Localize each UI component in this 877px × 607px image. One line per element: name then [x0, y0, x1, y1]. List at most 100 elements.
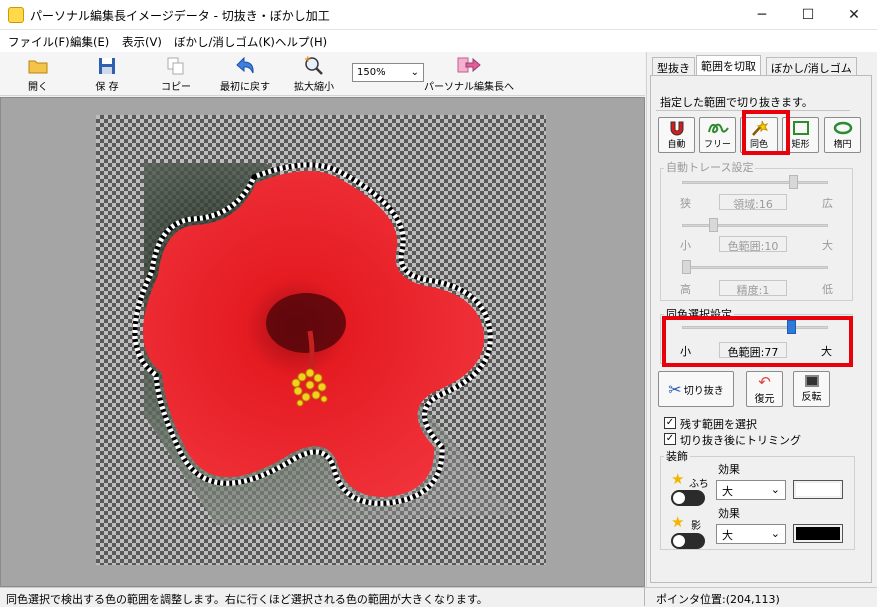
mode-rectangle-label: 矩形 — [791, 140, 810, 150]
save-button[interactable]: 保 存 — [72, 56, 142, 93]
area-slider-track — [682, 181, 828, 184]
minimize-button[interactable]: ─ — [739, 0, 785, 30]
flower-stamen — [307, 330, 315, 376]
shadow-toggle[interactable] — [671, 533, 705, 549]
zoom-value: 150% — [357, 67, 386, 78]
menu-view[interactable]: 表示(V) — [122, 34, 162, 50]
undo-arrow-icon — [234, 56, 256, 76]
revert-button[interactable]: 最初に戻す — [210, 56, 280, 93]
trace-color-range-value: 色範囲:10 — [719, 236, 787, 253]
area-max-label: 広 — [822, 197, 833, 210]
precision-min-label: 高 — [680, 283, 691, 296]
copy-icon — [167, 56, 185, 76]
folder-icon — [28, 56, 48, 76]
panel-hint: 指定した範囲で切り抜きます。 — [660, 96, 813, 109]
close-button[interactable]: ✕ — [831, 0, 877, 30]
keep-range-label: 残す範囲を選択 — [680, 418, 757, 431]
trace-color-range-max-label: 大 — [822, 239, 833, 252]
tab-die-cut[interactable]: 型抜き — [652, 57, 695, 75]
image-canvas[interactable] — [96, 115, 546, 565]
maximize-button[interactable]: ☐ — [785, 0, 831, 30]
area-value: 領域:16 — [719, 194, 787, 211]
cut-button[interactable]: ✂ 切り抜き — [658, 371, 734, 407]
mode-ellipse-button[interactable]: 楕円 — [824, 117, 861, 153]
mode-free-button[interactable]: フリー — [699, 117, 736, 153]
chevron-down-icon: ⌄ — [770, 483, 780, 496]
flower-center — [266, 293, 346, 353]
send-label: パーソナル編集長へ — [424, 82, 514, 93]
svg-text:+: + — [304, 56, 312, 65]
mode-free-label: フリー — [703, 140, 731, 150]
zoom-select[interactable]: 150% ⌄ — [352, 63, 424, 82]
border-star-icon: ★ — [671, 470, 685, 488]
auto-trace-title: 自動トレース設定 — [664, 159, 756, 175]
magnet-icon — [668, 119, 686, 137]
mode-ellipse-label: 楕円 — [833, 140, 852, 150]
keep-range-checkbox[interactable]: ✓ — [664, 417, 676, 429]
scissors-icon: ✂ — [668, 379, 682, 399]
tab-blur-eraser[interactable]: ぼかし/消しゴム — [766, 57, 857, 75]
highlight-color-range — [662, 316, 853, 367]
border-size-value: 大 — [722, 485, 733, 498]
chevron-down-icon: ⌄ — [770, 527, 780, 540]
precision-value: 精度:1 — [719, 280, 787, 297]
shadow-color-swatch[interactable] — [793, 524, 843, 543]
precision-slider-thumb[interactable] — [682, 260, 691, 274]
precision-max-label: 低 — [822, 283, 833, 296]
border-toggle[interactable] — [671, 490, 705, 506]
open-button[interactable]: 開く — [3, 56, 73, 93]
shadow-label: 影 — [691, 521, 701, 532]
menu-blur-eraser[interactable]: ぼかし/消しゴム(K) — [174, 34, 275, 50]
decoration-title: 装飾 — [664, 448, 690, 464]
floppy-icon — [98, 56, 116, 76]
status-divider — [644, 588, 645, 606]
menu-help[interactable]: ヘルプ(H) — [275, 34, 327, 50]
invert-icon — [804, 375, 819, 387]
zoom-label: 拡大縮小 — [294, 82, 334, 93]
app-icon — [8, 7, 24, 23]
shadow-star-icon: ★ — [671, 513, 685, 531]
trim-after-cut-checkbox[interactable]: ✓ — [664, 433, 676, 445]
send-arrow-icon — [457, 56, 481, 76]
shadow-size-select[interactable]: 大 ⌄ — [716, 524, 786, 544]
trace-color-range-min-label: 小 — [680, 239, 691, 252]
trim-after-cut-label: 切り抜き後にトリミング — [680, 434, 801, 447]
restore-button[interactable]: ↶ 復元 — [746, 371, 783, 407]
border-effect-label: 効果 — [718, 463, 740, 476]
mode-auto-label: 自動 — [667, 140, 686, 150]
area-min-label: 狭 — [680, 197, 691, 210]
border-label: ふち — [689, 479, 709, 490]
pointer-position: ポインタ位置:(204,113) — [656, 593, 780, 606]
send-to-editor-button[interactable]: パーソナル編集長へ — [424, 56, 514, 93]
copy-button[interactable]: コピー — [141, 56, 211, 93]
trace-color-range-slider-thumb[interactable] — [709, 218, 719, 232]
menu-file[interactable]: ファイル(F) — [8, 34, 70, 50]
status-message: 同色選択で検出する色の範囲を調整します。右に行くほど選択される色の範囲が大きくな… — [6, 593, 488, 606]
save-label: 保 存 — [95, 82, 119, 93]
tab-range-cut[interactable]: 範囲を切取 — [696, 55, 761, 76]
open-label: 開く — [28, 82, 48, 93]
restore-label: 復元 — [754, 393, 775, 405]
copy-label: コピー — [161, 82, 191, 93]
rectangle-icon — [792, 119, 810, 137]
restore-arrow-icon: ↶ — [758, 372, 771, 391]
lasso-icon — [707, 119, 729, 137]
zoom-button[interactable]: + 拡大縮小 — [279, 56, 349, 93]
highlight-same-color-mode — [742, 110, 790, 155]
shadow-size-value: 大 — [722, 529, 733, 542]
chevron-down-icon: ⌄ — [410, 67, 419, 78]
cut-label: 切り抜き — [683, 385, 724, 397]
area-slider-thumb[interactable] — [788, 175, 798, 189]
border-color-swatch[interactable] — [793, 480, 843, 499]
trace-color-range-slider-track — [682, 224, 828, 227]
magnifier-icon: + — [303, 56, 325, 76]
shadow-effect-label: 効果 — [718, 507, 740, 520]
ellipse-icon — [833, 119, 853, 137]
precision-slider-track — [682, 266, 828, 269]
mode-auto-button[interactable]: 自動 — [658, 117, 695, 153]
menu-edit[interactable]: 編集(E) — [70, 34, 109, 50]
border-size-select[interactable]: 大 ⌄ — [716, 480, 786, 500]
invert-label: 反転 — [801, 392, 822, 403]
invert-button[interactable]: 反転 — [793, 371, 830, 407]
window-title: パーソナル編集長イメージデータ - 切抜き・ぼかし加工 — [30, 9, 330, 23]
